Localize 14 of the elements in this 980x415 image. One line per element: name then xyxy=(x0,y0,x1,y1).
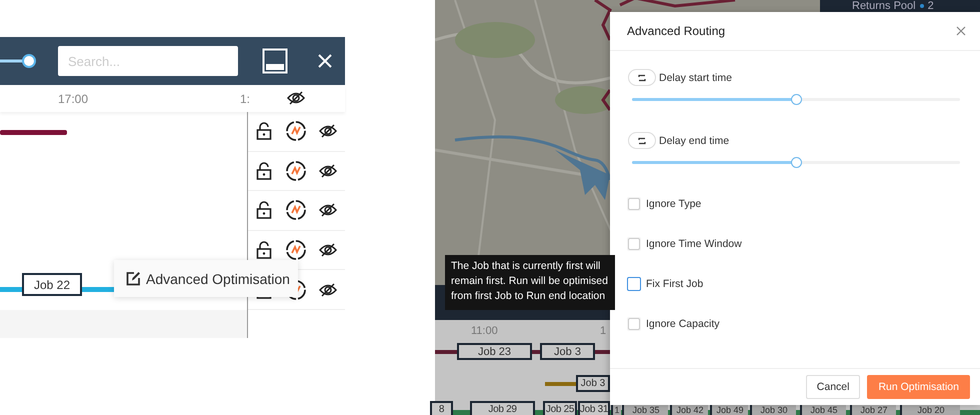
checkbox-label: Fix First Job xyxy=(646,278,704,290)
dialog-title: Advanced Routing xyxy=(627,24,726,38)
pool-count: 2 xyxy=(928,0,934,12)
checkbox-label: Ignore Time Window xyxy=(646,238,742,250)
time-label: 1 xyxy=(600,325,606,337)
tooltip: The Job that is currently first will remain first. Run will be optimised from first Job to Run end location xyxy=(445,255,615,310)
pool-label: Returns Pool xyxy=(852,0,916,12)
checkbox-label: Ignore Type xyxy=(646,198,702,210)
checkbox-label: Ignore Capacity xyxy=(646,318,720,330)
time-label: 11:00 xyxy=(471,325,498,337)
slider-label: Delay start time xyxy=(659,72,732,84)
time-label: 1: xyxy=(240,92,250,106)
time-label: 17:00 xyxy=(58,92,88,106)
slider-label: Delay end time xyxy=(659,134,730,146)
